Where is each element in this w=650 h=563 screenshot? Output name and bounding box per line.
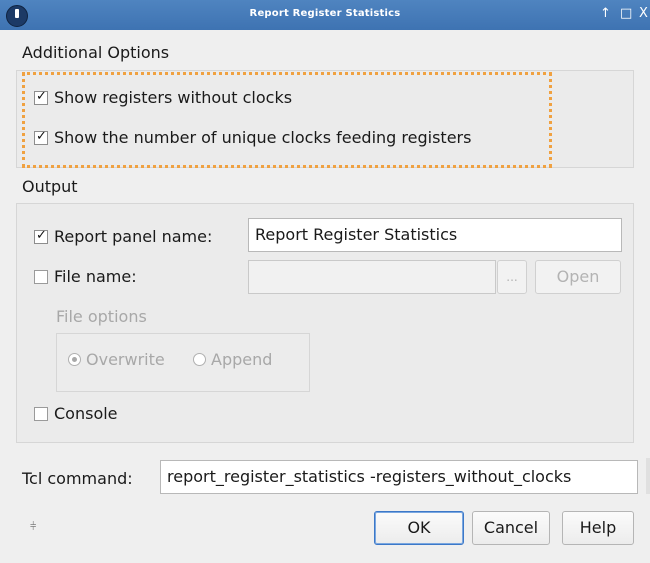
output-title: Output — [22, 177, 78, 196]
checkbox-label: File name: — [54, 267, 137, 286]
tcl-command-label: Tcl command: — [22, 469, 133, 488]
tcl-scroll-edge — [646, 458, 650, 494]
close-icon[interactable]: X — [639, 6, 648, 22]
radio-label: Overwrite — [86, 350, 165, 369]
browse-button[interactable]: ... — [497, 260, 527, 294]
open-button[interactable]: Open — [535, 260, 621, 294]
report-panel-name-checkbox[interactable]: Report panel name: — [34, 227, 212, 246]
radio-label: Append — [211, 350, 273, 369]
file-name-checkbox[interactable]: File name: — [34, 267, 137, 286]
radio-dot — [68, 353, 81, 366]
additional-options-title: Additional Options — [22, 43, 170, 62]
checkbox-box — [34, 228, 48, 244]
console-checkbox[interactable]: Console — [34, 404, 118, 423]
cancel-button[interactable]: Cancel — [472, 511, 550, 545]
checkbox-label: Report panel name: — [54, 227, 213, 246]
append-radio[interactable]: Append — [193, 350, 272, 369]
help-button[interactable]: Help — [562, 511, 634, 545]
checkbox-box — [34, 406, 48, 421]
checkbox-label: Console — [54, 404, 118, 423]
report-register-statistics-dialog: Report Register Statistics ↑ □ X Additio… — [0, 0, 650, 563]
resize-grip-icon[interactable]: ⫩ — [30, 520, 36, 534]
ok-button[interactable]: OK — [374, 511, 464, 545]
file-name-input[interactable] — [248, 260, 496, 294]
focus-indicator — [22, 72, 552, 168]
tcl-command-input[interactable]: report_register_statistics -registers_wi… — [160, 460, 638, 494]
file-options-title: File options — [56, 307, 147, 326]
checkbox-box — [34, 269, 48, 284]
report-panel-name-input[interactable]: Report Register Statistics — [248, 218, 622, 252]
radio-dot — [193, 353, 206, 366]
window-title: Report Register Statistics — [249, 8, 401, 19]
title-bar: Report Register Statistics ↑ □ X — [0, 0, 650, 30]
maximize-icon[interactable]: □ — [620, 6, 632, 22]
overwrite-radio[interactable]: Overwrite — [68, 350, 165, 369]
pin-icon[interactable]: ↑ — [600, 6, 611, 22]
